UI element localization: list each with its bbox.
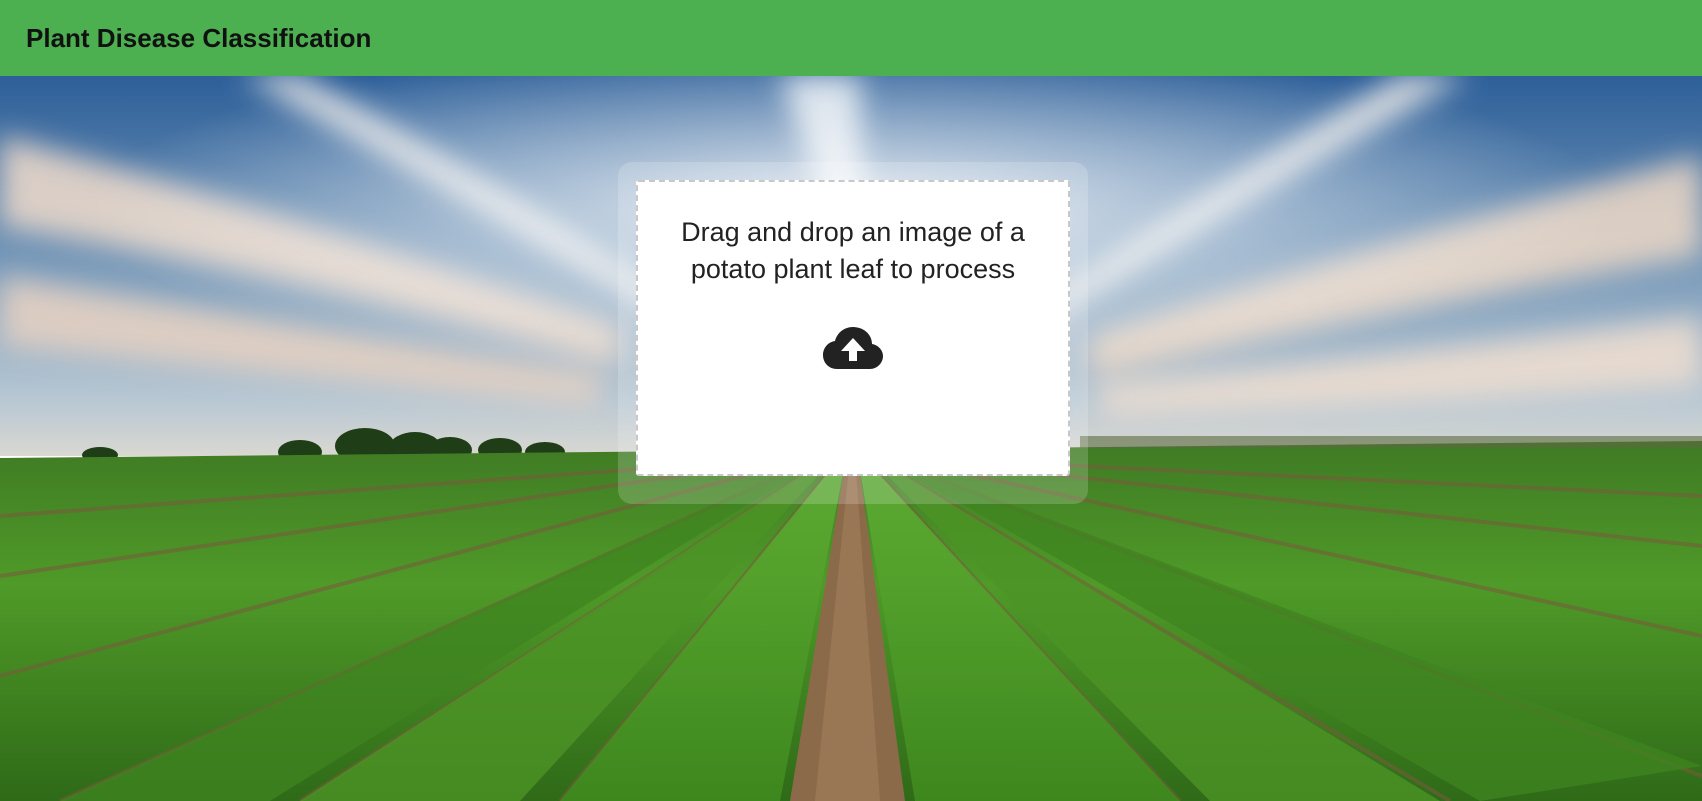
dropzone-instruction: Drag and drop an image of a potato plant… <box>681 217 1025 284</box>
app-title: Plant Disease Classification <box>26 22 372 53</box>
cloud-upload-icon <box>823 327 883 369</box>
app-header: Plant Disease Classification <box>0 0 1702 76</box>
image-dropzone[interactable]: Drag and drop an image of a potato plant… <box>636 180 1070 476</box>
app-root: Plant Disease Classification Drag and dr… <box>0 0 1702 801</box>
